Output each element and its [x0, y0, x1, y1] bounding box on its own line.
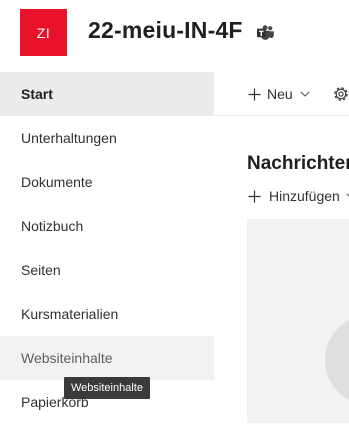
nav-item-start[interactable]: Start	[0, 72, 214, 116]
nav-item-notizbuch[interactable]: Notizbuch	[0, 204, 214, 248]
tooltip: Websiteinhalte	[64, 377, 150, 399]
site-logo-initials: ZI	[36, 24, 51, 41]
nav-item-label: Dokumente	[21, 174, 93, 190]
gear-icon[interactable]	[332, 85, 349, 103]
nav-item-kursmaterialien[interactable]: Kursmaterialien	[0, 292, 214, 336]
news-add-button[interactable]: Hinzufügen	[248, 186, 349, 206]
nav-item-websiteinhalte[interactable]: Websiteinhalte	[0, 336, 214, 380]
nav-item-label: Notizbuch	[21, 218, 84, 234]
plus-icon	[248, 88, 261, 100]
new-button[interactable]: Neu	[248, 83, 310, 105]
nav-item-seiten[interactable]: Seiten	[0, 248, 214, 292]
news-add-label: Hinzufügen	[269, 188, 340, 204]
site-logo[interactable]: ZI	[20, 9, 67, 56]
nav-item-dokumente[interactable]: Dokumente	[0, 160, 214, 204]
news-heading: Nachrichten	[247, 153, 349, 174]
nav-item-label: Seiten	[21, 262, 61, 278]
news-placeholder-card	[247, 219, 349, 423]
nav-item-label: Start	[21, 86, 53, 102]
nav-item-label: Unterhaltungen	[21, 130, 117, 146]
site-header: ZI 22-meiu-IN-4F	[0, 0, 349, 72]
teams-icon[interactable]	[257, 25, 274, 40]
nav-item-label: Websiteinhalte	[21, 350, 113, 366]
plus-icon	[248, 190, 261, 202]
new-button-label: Neu	[267, 86, 293, 102]
site-title[interactable]: 22-meiu-IN-4F	[88, 17, 243, 44]
main-content: Neu Nachrichten Hinzufügen	[214, 72, 349, 423]
left-navigation: Start Unterhaltungen Dokumente Notizbuch…	[0, 72, 214, 423]
nav-item-unterhaltungen[interactable]: Unterhaltungen	[0, 116, 214, 160]
tooltip-text: Websiteinhalte	[71, 382, 143, 394]
news-placeholder-image	[325, 315, 349, 405]
command-bar: Neu	[214, 72, 349, 116]
chevron-down-icon[interactable]	[300, 91, 310, 97]
nav-item-label: Kursmaterialien	[21, 306, 119, 322]
